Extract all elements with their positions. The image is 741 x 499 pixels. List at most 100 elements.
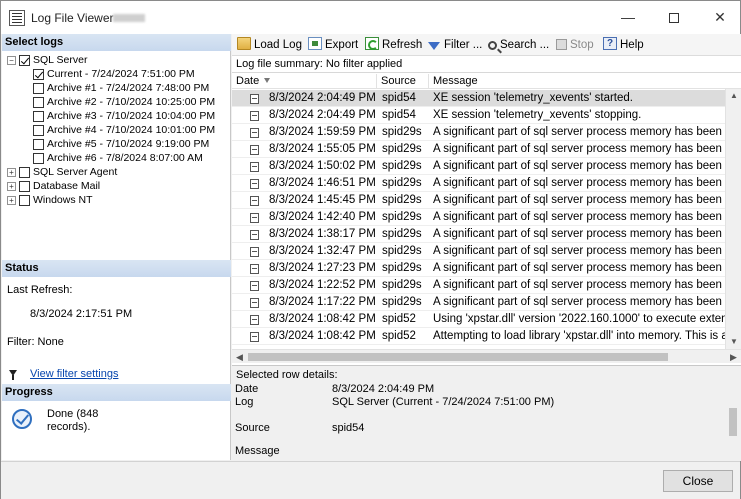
cell-date: 8/3/2024 2:04:49 PM bbox=[269, 109, 376, 121]
filter-icon bbox=[428, 42, 440, 50]
log-entry-icon bbox=[250, 298, 259, 308]
column-header-source[interactable]: Source bbox=[377, 74, 429, 89]
export-icon bbox=[308, 37, 322, 50]
done-check-icon bbox=[12, 409, 32, 429]
tree-item-label: Archive #2 - 7/10/2024 10:25:00 PM bbox=[47, 96, 216, 108]
tree-item-label: Archive #1 - 7/24/2024 7:48:00 PM bbox=[47, 82, 210, 94]
sql-server-checkbox[interactable] bbox=[19, 55, 30, 66]
stop-label: Stop bbox=[570, 39, 594, 51]
tree-item-archive-3[interactable]: Archive #3 - 7/10/2024 10:04:00 PM bbox=[2, 110, 231, 123]
log-entry-icon bbox=[250, 315, 259, 325]
tree-item-archive-1[interactable]: Archive #1 - 7/24/2024 7:48:00 PM bbox=[2, 82, 231, 95]
search-button[interactable]: Search ... bbox=[488, 37, 549, 53]
expand-icon[interactable]: + bbox=[7, 182, 16, 191]
column-header-date[interactable]: Date bbox=[232, 74, 377, 89]
help-button[interactable]: Help bbox=[603, 36, 644, 53]
close-button[interactable]: Close bbox=[663, 470, 733, 492]
tree-item-archive-4[interactable]: Archive #4 - 7/10/2024 10:01:00 PM bbox=[2, 124, 231, 137]
horizontal-scroll-thumb[interactable] bbox=[248, 353, 668, 361]
maximize-button[interactable] bbox=[651, 1, 697, 34]
cell-message: A significant part of sql server process… bbox=[433, 296, 725, 308]
window-close-button[interactable]: ✕ bbox=[697, 1, 741, 34]
tree-item-archive-2[interactable]: Archive #2 - 7/10/2024 10:25:00 PM bbox=[2, 96, 231, 109]
grid-vertical-scrollbar[interactable]: ▲ ▼ bbox=[725, 89, 741, 349]
tree-item-archive-6[interactable]: Archive #6 - 7/8/2024 8:07:00 AM bbox=[2, 152, 231, 165]
cell-source: spid54 bbox=[382, 109, 416, 121]
database-mail-checkbox[interactable] bbox=[19, 181, 30, 192]
log-file-viewer-window: Log File Viewer - — ✕ Select logs − SQL … bbox=[0, 0, 741, 499]
minimize-button[interactable]: — bbox=[605, 1, 651, 34]
progress-text: Done (848 records). bbox=[47, 408, 99, 433]
maximize-icon bbox=[669, 13, 679, 24]
tree-item-label: Current - 7/24/2024 7:51:00 PM bbox=[47, 68, 195, 80]
cell-message: A significant part of sql server process… bbox=[433, 245, 725, 257]
current-log-checkbox[interactable] bbox=[33, 69, 44, 80]
scroll-right-icon[interactable]: ▶ bbox=[730, 352, 737, 363]
cell-message: XE session 'telemetry_xevents' started. bbox=[433, 92, 633, 104]
column-label: Date bbox=[236, 75, 260, 87]
cell-message: A significant part of sql server process… bbox=[433, 262, 725, 274]
grid-horizontal-scrollbar[interactable]: ◀ ▶ bbox=[232, 349, 741, 363]
windows-nt-checkbox[interactable] bbox=[19, 195, 30, 206]
cell-date: 8/3/2024 2:04:49 PM bbox=[269, 92, 376, 104]
scroll-down-icon[interactable]: ▼ bbox=[730, 338, 738, 346]
archive-3-checkbox[interactable] bbox=[33, 111, 44, 122]
view-filter-settings-link[interactable]: View filter settings bbox=[30, 368, 118, 380]
table-row[interactable]: 8/3/2024 1:46:51 PM spid29s A significant … bbox=[232, 175, 725, 192]
tree-item-sql-server-agent[interactable]: + SQL Server Agent bbox=[2, 166, 231, 179]
archive-2-checkbox[interactable] bbox=[33, 97, 44, 108]
archive-6-checkbox[interactable] bbox=[33, 153, 44, 164]
tree-item-database-mail[interactable]: + Database Mail bbox=[2, 180, 231, 193]
cell-date: 8/3/2024 1:08:42 PM bbox=[269, 313, 376, 325]
tree-item-current[interactable]: Current - 7/24/2024 7:51:00 PM bbox=[2, 68, 231, 81]
table-row[interactable]: 8/3/2024 1:17:22 PM spid29s A significant … bbox=[232, 294, 725, 311]
table-row[interactable]: 8/3/2024 2:04:49 PM spid54 XE session 'tel… bbox=[232, 107, 725, 124]
table-row[interactable]: 8/3/2024 1:55:05 PM spid29s A significant … bbox=[232, 141, 725, 158]
cell-date: 8/3/2024 1:08:42 PM bbox=[269, 330, 376, 342]
cell-source: spid29s bbox=[382, 211, 422, 223]
refresh-button[interactable]: Refresh bbox=[365, 37, 422, 53]
detail-log-label: Log bbox=[235, 396, 254, 408]
table-row[interactable]: 8/3/2024 1:50:02 PM spid29s A significant … bbox=[232, 158, 725, 175]
tree-item-archive-5[interactable]: Archive #5 - 7/10/2024 9:19:00 PM bbox=[2, 138, 231, 151]
archive-4-checkbox[interactable] bbox=[33, 125, 44, 136]
export-button[interactable]: Export bbox=[308, 37, 358, 53]
archive-1-checkbox[interactable] bbox=[33, 83, 44, 94]
column-header-message[interactable]: Message bbox=[429, 74, 725, 89]
details-title: Selected row details: bbox=[236, 369, 338, 381]
scroll-up-icon[interactable]: ▲ bbox=[730, 92, 738, 100]
table-row[interactable]: 8/3/2024 1:38:17 PM spid29s A significant … bbox=[232, 226, 725, 243]
table-row[interactable]: 8/3/2024 1:45:45 PM spid29s A significant … bbox=[232, 192, 725, 209]
cell-date: 8/3/2024 1:46:51 PM bbox=[269, 177, 376, 189]
detail-source-label: Source bbox=[235, 422, 270, 434]
refresh-icon bbox=[365, 37, 379, 50]
details-scroll-thumb[interactable] bbox=[729, 408, 737, 436]
tree-item-label: Archive #6 - 7/8/2024 8:07:00 AM bbox=[47, 152, 203, 164]
search-icon bbox=[488, 41, 497, 50]
table-row[interactable]: 8/3/2024 1:27:23 PM spid29s A significant … bbox=[232, 260, 725, 277]
table-row[interactable]: 8/3/2024 2:04:49 PM spid54 XE session 'tel… bbox=[232, 90, 725, 107]
table-row[interactable]: 8/3/2024 1:08:42 PM spid52 Attempting to l… bbox=[232, 328, 725, 345]
expand-icon[interactable]: + bbox=[7, 196, 16, 205]
expand-icon[interactable]: + bbox=[7, 168, 16, 177]
table-row[interactable]: 8/3/2024 1:08:42 PM spid52 Using 'xpstar.d… bbox=[232, 311, 725, 328]
filter-button[interactable]: Filter ... bbox=[428, 37, 482, 53]
collapse-icon[interactable]: − bbox=[7, 56, 16, 65]
table-row[interactable]: 8/3/2024 1:59:59 PM spid29s A significant … bbox=[232, 124, 725, 141]
scroll-left-icon[interactable]: ◀ bbox=[236, 352, 243, 363]
sql-server-agent-checkbox[interactable] bbox=[19, 167, 30, 178]
cell-date: 8/3/2024 1:27:23 PM bbox=[269, 262, 376, 274]
load-log-button[interactable]: Load Log bbox=[237, 37, 302, 53]
tree-item-label: Archive #5 - 7/10/2024 9:19:00 PM bbox=[47, 138, 210, 150]
cell-source: spid29s bbox=[382, 160, 422, 172]
table-row[interactable]: 8/3/2024 1:32:47 PM spid29s A significant … bbox=[232, 243, 725, 260]
tree-item-windows-nt[interactable]: + Windows NT bbox=[2, 194, 231, 207]
tree-item-sql-server[interactable]: − SQL Server bbox=[2, 54, 231, 67]
stop-button[interactable]: Stop bbox=[556, 37, 594, 53]
table-row[interactable]: 8/3/2024 1:22:52 PM spid29s A significant … bbox=[232, 277, 725, 294]
table-row[interactable]: 8/3/2024 1:42:40 PM spid29s A significant … bbox=[232, 209, 725, 226]
details-vertical-scrollbar[interactable] bbox=[725, 396, 741, 461]
filter-icon bbox=[9, 370, 17, 380]
title-bar: Log File Viewer - — ✕ bbox=[1, 1, 740, 34]
archive-5-checkbox[interactable] bbox=[33, 139, 44, 150]
